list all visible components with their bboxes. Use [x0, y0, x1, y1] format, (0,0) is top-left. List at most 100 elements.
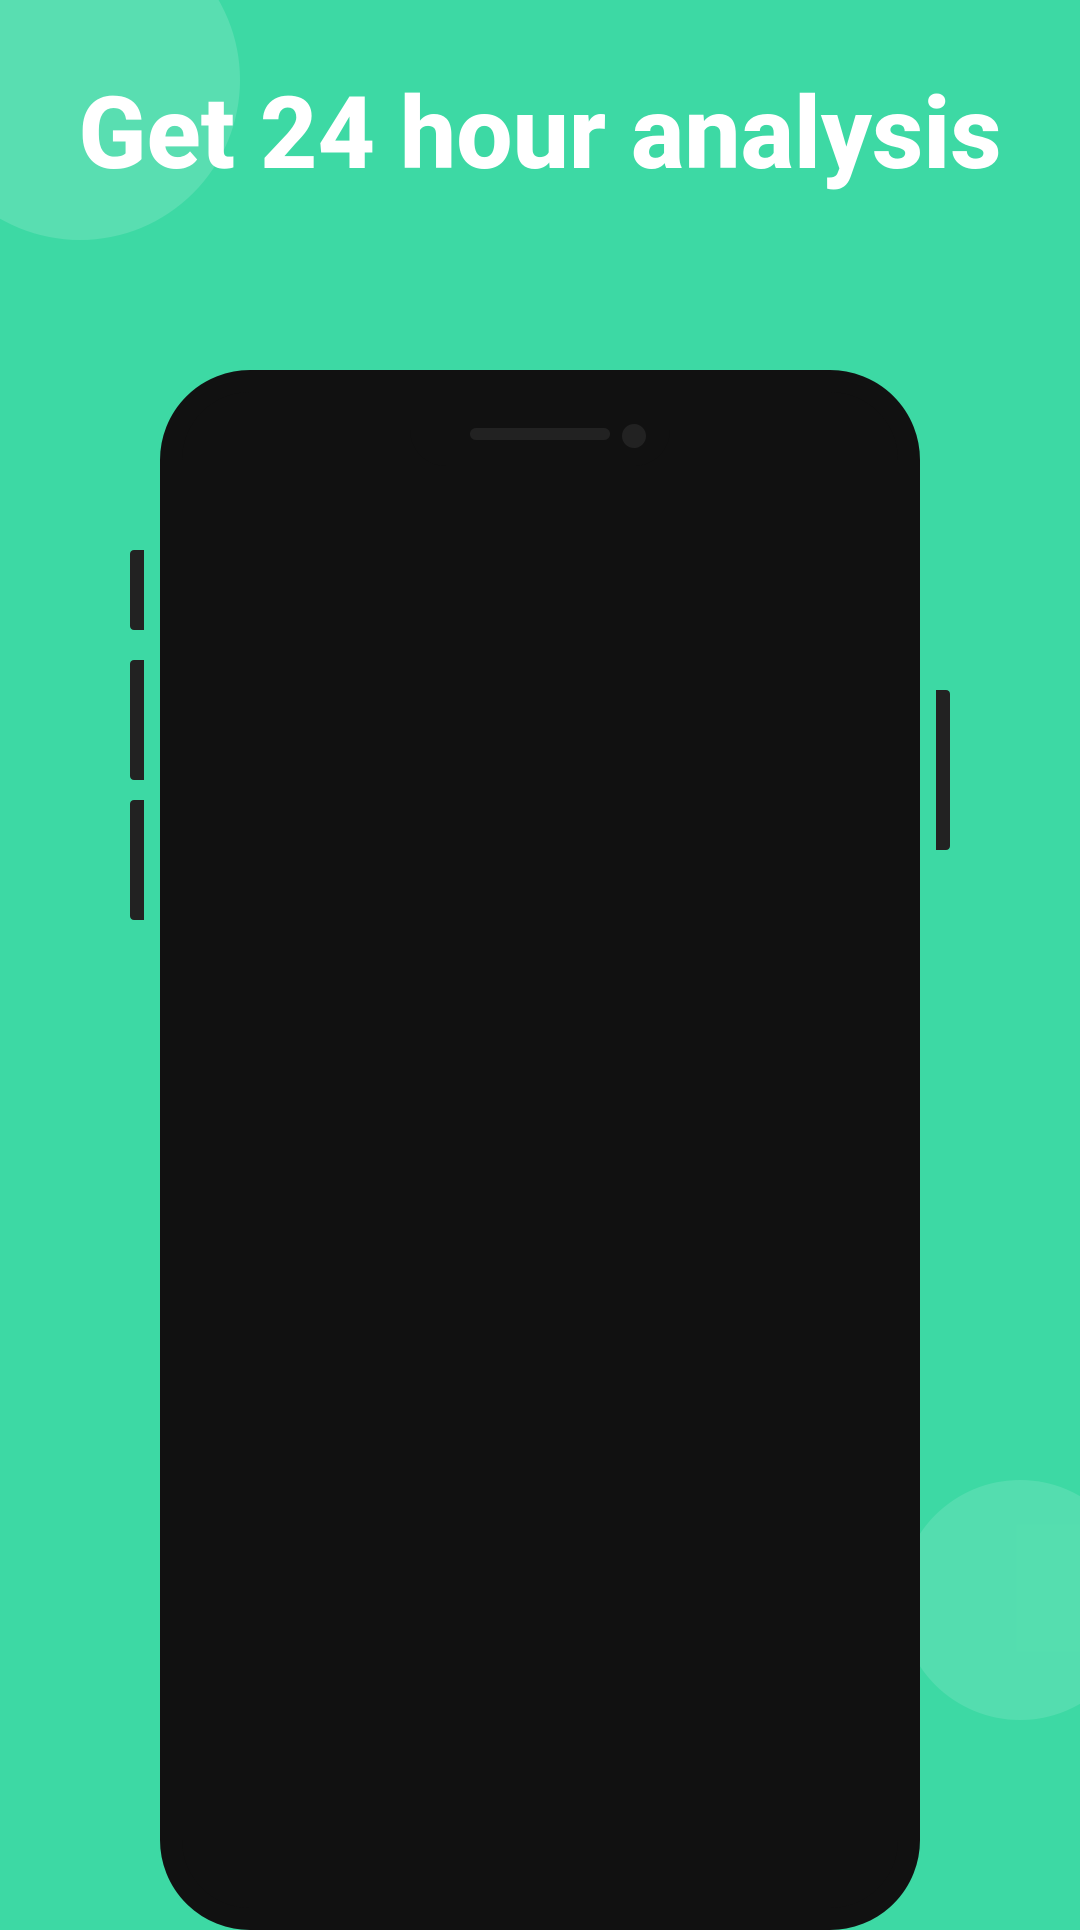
logout-icon — [672, 1700, 698, 1733]
table-body: 18:41:50 49 seconds 18:42:39 18:30:10 — [212, 898, 868, 1755]
table-row: 18:28:00 45 seconds 18:28:45 — [212, 1132, 868, 1210]
table-row: 16:58:12 25 seconds 16:58:37 — [212, 1678, 868, 1755]
cell-offline-2: 18:30:09 — [641, 1076, 844, 1109]
cell-offline-10: 16:58:37 — [641, 1700, 844, 1733]
cell-offline-0: 18:42:39 — [641, 920, 844, 953]
online-time-0: 18:41:50 — [272, 921, 378, 953]
filter-dropdown[interactable]: ◢ 24 Hour ▼ — [608, 713, 868, 788]
app-header: Details — [182, 392, 898, 563]
chevron-down-icon: ▼ — [816, 738, 838, 764]
login-icon — [236, 1622, 262, 1655]
table-row: 17:31:27 10 seconds 17:31:37 — [212, 1366, 868, 1444]
offline-time-7: 17:28:31 — [708, 1467, 814, 1499]
online-time-2: 18:29:50 — [272, 1077, 378, 1109]
online-time-8: 17:11:01 — [272, 1545, 378, 1577]
cell-online-4: 18:27:21 — [236, 1232, 439, 1265]
app-title: Details — [296, 472, 458, 533]
table-row: 17:27:16 1 minute 17:28:31 — [212, 1444, 868, 1522]
online-time-9: 16:59:06 — [272, 1623, 378, 1655]
app-header-icon — [232, 473, 280, 532]
offline-time-4: 18:27:54 — [708, 1233, 814, 1265]
login-icon — [236, 1076, 262, 1109]
table-header: online time offline — [212, 812, 868, 898]
bg-circle-2 — [900, 1480, 1080, 1720]
cell-online-5: 18:21:15 — [236, 1310, 439, 1343]
cell-online-6: 17:31:27 — [236, 1388, 439, 1421]
cell-duration-7: 1 minute — [439, 1467, 642, 1499]
app-screen: Details ◢ 24 Hour ▼ — [182, 392, 898, 1908]
filter-label: 24 Hour — [672, 733, 802, 768]
phone-btn-power — [936, 690, 950, 850]
cell-duration-0: 49 seconds — [439, 921, 642, 953]
cell-duration-8: 1 minute — [439, 1545, 642, 1577]
offline-time-1: 18:30:29 — [708, 999, 814, 1031]
cell-online-10: 16:58:12 — [236, 1700, 439, 1733]
header-section: Get 24 hour analysis — [0, 80, 1080, 190]
table-row: 18:30:10 19 seconds 18:30:29 — [212, 976, 868, 1054]
login-icon — [236, 1154, 262, 1187]
content-area: ◢ 24 Hour ▼ online time offline — [182, 683, 898, 1908]
cell-offline-4: 18:27:54 — [641, 1232, 844, 1265]
offline-time-5: 18:22:41 — [708, 1311, 814, 1343]
online-time-7: 17:27:16 — [272, 1467, 378, 1499]
logout-icon — [672, 998, 698, 1031]
cell-online-1: 18:30:10 — [236, 998, 439, 1031]
page-title: Get 24 hour analysis — [0, 80, 1080, 190]
cell-duration-1: 19 seconds — [439, 999, 642, 1031]
cell-duration-10: 25 seconds — [439, 1701, 642, 1733]
logout-icon — [672, 1622, 698, 1655]
cell-online-9: 16:59:06 — [236, 1622, 439, 1655]
col-time: time — [439, 838, 642, 871]
table-row: 16:59:06 1 minute 17:00:29 — [212, 1600, 868, 1678]
logout-icon — [672, 1076, 698, 1109]
cell-offline-1: 18:30:29 — [641, 998, 844, 1031]
login-icon — [236, 920, 262, 953]
cell-offline-9: 17:00:29 — [641, 1622, 844, 1655]
logout-icon — [672, 1466, 698, 1499]
online-time-1: 18:30:10 — [272, 999, 378, 1031]
filter-row: ◢ 24 Hour ▼ — [212, 713, 868, 788]
login-icon — [236, 1544, 262, 1577]
cell-offline-7: 17:28:31 — [641, 1466, 844, 1499]
logout-icon — [672, 1310, 698, 1343]
login-icon — [236, 1700, 262, 1733]
phone-btn-vol-down — [130, 800, 144, 920]
online-time-3: 18:28:00 — [272, 1155, 378, 1187]
online-time-6: 17:31:27 — [272, 1389, 378, 1421]
offline-time-8: 17:12:46 — [708, 1545, 814, 1577]
table-row: 18:21:15 1 minute 18:22:41 — [212, 1288, 868, 1366]
cell-duration-9: 1 minute — [439, 1623, 642, 1655]
logout-icon — [672, 1544, 698, 1577]
login-icon — [236, 1232, 262, 1265]
cell-duration-6: 10 seconds — [439, 1389, 642, 1421]
cell-offline-5: 18:22:41 — [641, 1310, 844, 1343]
offline-time-6: 17:31:37 — [708, 1389, 814, 1421]
table-row: 18:29:50 19 seconds 18:30:09 — [212, 1054, 868, 1132]
cell-online-0: 18:41:50 — [236, 920, 439, 953]
cell-offline-6: 17:31:37 — [641, 1388, 844, 1421]
cell-online-8: 17:11:01 — [236, 1544, 439, 1577]
table-row: 18:41:50 49 seconds 18:42:39 — [212, 898, 868, 976]
login-icon — [236, 1466, 262, 1499]
table-row: 17:11:01 1 minute 17:12:46 — [212, 1522, 868, 1600]
cell-duration-4: 33 seconds — [439, 1233, 642, 1265]
login-icon — [236, 1310, 262, 1343]
cell-duration-3: 45 seconds — [439, 1155, 642, 1187]
offline-time-2: 18:30:09 — [708, 1077, 814, 1109]
online-time-4: 18:27:21 — [272, 1233, 378, 1265]
cell-online-7: 17:27:16 — [236, 1466, 439, 1499]
online-time-10: 16:58:12 — [272, 1701, 378, 1733]
cell-online-2: 18:29:50 — [236, 1076, 439, 1109]
login-icon — [236, 998, 262, 1031]
phone-btn-mute — [130, 550, 144, 630]
cell-offline-8: 17:12:46 — [641, 1544, 844, 1577]
cell-offline-3: 18:28:45 — [641, 1154, 844, 1187]
col-offline: offline — [641, 838, 844, 871]
offline-time-3: 18:28:45 — [708, 1155, 814, 1187]
offline-time-10: 16:58:37 — [708, 1701, 814, 1733]
logout-icon — [672, 1388, 698, 1421]
table-row: 18:27:21 33 seconds 18:27:54 — [212, 1210, 868, 1288]
cell-duration-5: 1 minute — [439, 1311, 642, 1343]
wave-decoration — [182, 563, 898, 683]
col-online: online — [236, 838, 439, 871]
